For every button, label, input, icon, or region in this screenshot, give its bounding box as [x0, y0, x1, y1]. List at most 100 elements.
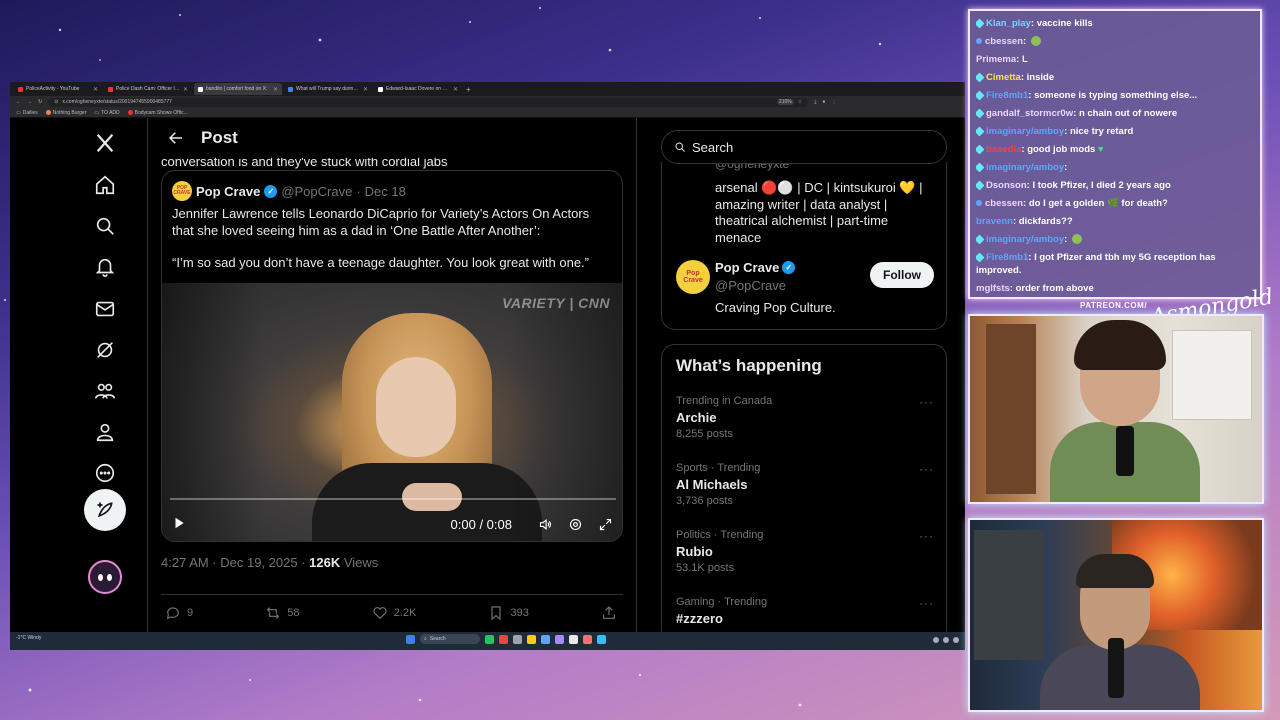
star-icon[interactable]: ☆	[798, 99, 802, 105]
reply-button[interactable]: 9	[165, 605, 193, 621]
quote-date[interactable]: Dec 18	[365, 184, 406, 199]
weather-widget[interactable]: -1°C Windy	[16, 635, 41, 641]
quoted-post[interactable]: POP CRAVE Pop Crave ✓ @PopCrave · Dec 18…	[161, 170, 623, 542]
search-input[interactable]: Search	[661, 130, 947, 164]
url-text: x.com/ogheneyxte/status/2001947455900485…	[62, 99, 172, 105]
app-icon[interactable]	[541, 634, 550, 644]
post-timestamp[interactable]: 4:27 AM · Dec 19, 2025 ·	[161, 555, 306, 570]
close-icon[interactable]: ✕	[273, 86, 278, 93]
grok-icon[interactable]	[90, 335, 120, 365]
chat-username: Primema	[976, 54, 1017, 65]
more-icon[interactable]: ···	[919, 395, 934, 409]
new-tab-button[interactable]: +	[466, 85, 471, 94]
forward-arrow-icon[interactable]: →	[27, 99, 32, 105]
quote-paragraph: Jennifer Lawrence tells Leonardo DiCapri…	[172, 206, 590, 238]
app-icon[interactable]	[485, 634, 494, 644]
chat-username: bravenn	[976, 216, 1013, 227]
quote-author-handle[interactable]: @PopCrave	[281, 184, 352, 199]
x-icon	[378, 86, 383, 92]
trend-name: Archie	[676, 410, 717, 425]
bookmark-bodycam[interactable]: Bodycam Shows Offic...	[127, 110, 188, 116]
discord-icon[interactable]	[555, 634, 564, 644]
bell-icon[interactable]	[90, 252, 120, 282]
repost-button[interactable]: 58	[265, 605, 300, 621]
more-icon[interactable]: ···	[919, 462, 934, 476]
bookmark-to-add[interactable]: ▭ TO ADD	[94, 110, 119, 116]
app-icon[interactable]	[499, 634, 508, 644]
tab-youtube[interactable]: PoliceActivity - YouTube ✕	[14, 83, 102, 95]
profile-icon[interactable]: ●	[822, 99, 825, 105]
profile-icon[interactable]	[90, 417, 120, 447]
tray-icon[interactable]	[953, 637, 959, 643]
chat-message: cbessen:	[976, 33, 1254, 51]
zoom-badge[interactable]: 210%	[776, 99, 794, 105]
close-icon[interactable]: ✕	[453, 86, 458, 93]
heart-icon	[373, 606, 387, 619]
bookmark-button[interactable]: 393	[488, 605, 529, 621]
chat-message: Cimetta: inside	[976, 69, 1254, 87]
tab-police-dashcam[interactable]: Police Dash Cam: Officer Involv...✕	[104, 83, 192, 95]
popcrave-name[interactable]: Pop Crave ✓	[715, 260, 796, 275]
volume-button[interactable]	[536, 515, 554, 533]
chat-username: cbessen	[985, 36, 1024, 47]
communities-icon[interactable]	[90, 376, 120, 406]
mail-icon[interactable]	[90, 294, 120, 324]
chat-username: imaginary/amboy	[986, 234, 1065, 245]
fullscreen-button[interactable]	[596, 515, 614, 533]
chrome-icon[interactable]	[569, 634, 578, 644]
search-icon[interactable]	[90, 211, 120, 241]
more-icon[interactable]: ···	[919, 529, 934, 543]
play-button[interactable]	[172, 516, 186, 533]
popcrave-avatar[interactable]: Pop Crave	[676, 260, 710, 294]
share-icon	[603, 605, 615, 619]
menu-icon[interactable]: ⋮	[831, 99, 836, 105]
settings-button[interactable]	[566, 515, 584, 533]
trend-item[interactable]: Trending in Canada Archie 8,255 posts ··…	[676, 395, 934, 455]
close-icon[interactable]: ✕	[93, 86, 98, 93]
chat-text: good job mods	[1027, 144, 1096, 155]
windows-start-icon[interactable]	[406, 634, 415, 644]
bookmark-dailies[interactable]: ▭ Dailies	[16, 110, 38, 116]
chat-message: imaginary/amboy:	[976, 231, 1254, 249]
close-icon[interactable]: ✕	[183, 86, 188, 93]
tray-icon[interactable]	[943, 637, 949, 643]
trend-item[interactable]: Sports · Trending Al Michaels 3,736 post…	[676, 462, 934, 522]
play-icon	[175, 517, 184, 528]
trend-item[interactable]: Gaming · Trending #zzzero ···	[676, 596, 934, 637]
tray-icon[interactable]	[933, 637, 939, 643]
more-icon[interactable]: ···	[919, 596, 934, 610]
taskbar-search[interactable]: ⌕ Search	[420, 634, 480, 644]
app-icon[interactable]	[513, 634, 522, 644]
back-button[interactable]	[156, 118, 196, 158]
x-logo-icon[interactable]	[90, 128, 120, 158]
chat-text: nice try retard	[1069, 126, 1134, 137]
download-icon[interactable]: ⤓	[814, 99, 816, 105]
popcrave-handle[interactable]: @PopCrave	[715, 278, 786, 293]
folder-icon[interactable]	[527, 634, 536, 644]
like-button[interactable]: 2.2K	[372, 605, 416, 621]
quote-author-name[interactable]: Pop Crave	[196, 184, 260, 199]
steam-icon[interactable]	[597, 634, 606, 644]
close-icon[interactable]: ✕	[363, 86, 368, 93]
reload-icon[interactable]: ↻	[38, 99, 42, 105]
app-icon[interactable]	[583, 634, 592, 644]
tab-dovere[interactable]: Edward-Isaac Dovere on X: "In...✕	[374, 83, 462, 95]
tab-trump[interactable]: What will Trump say during the...✕	[284, 83, 372, 95]
back-arrow-icon[interactable]: ←	[16, 99, 21, 105]
popcrave-row: Pop Crave Pop Crave ✓ @PopCrave Follow	[676, 258, 934, 298]
home-icon[interactable]	[90, 170, 120, 200]
video-player[interactable]: VARIETY | CNN 0:00 / 0:08	[162, 283, 622, 541]
trend-item[interactable]: Politics · Trending Rubio 53.1K posts ··…	[676, 529, 934, 589]
site-info-icon[interactable]: ⊙	[54, 99, 58, 105]
bookmark-nothing-burger[interactable]: Nothing Burger	[45, 110, 86, 116]
follow-button[interactable]: Follow	[870, 262, 934, 288]
chat-message: gandalf_stormcr0w: n chain out of nowere	[976, 105, 1254, 123]
video-progress-bar[interactable]	[170, 498, 616, 500]
more-icon[interactable]	[90, 458, 120, 488]
tab-x-post[interactable]: bandito | comfort food on X: ✕	[194, 83, 282, 95]
share-button[interactable]	[601, 605, 617, 621]
account-avatar[interactable]	[88, 560, 122, 594]
tab-label: Police Dash Cam: Officer Involv...	[116, 86, 180, 92]
compose-post-button[interactable]	[84, 489, 126, 531]
url-field[interactable]: ⊙ x.com/ogheneyxte/status/20019474559004…	[48, 97, 809, 107]
